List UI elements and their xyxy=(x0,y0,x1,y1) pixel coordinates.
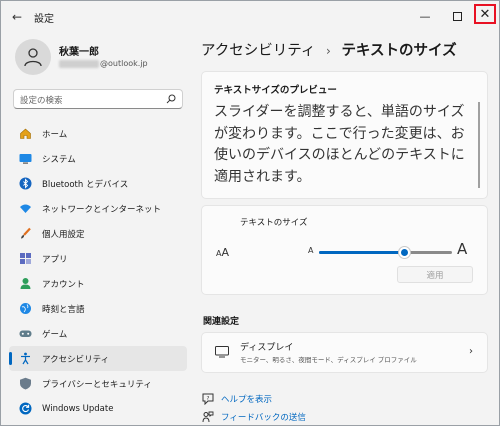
slider-thumb[interactable] xyxy=(398,246,412,259)
wifi-icon xyxy=(19,202,32,215)
sidebar-item-personalization[interactable]: 個人用設定 xyxy=(9,221,187,246)
back-arrow-icon: ← xyxy=(11,10,23,24)
close-icon: ✕ xyxy=(479,6,491,22)
person-icon xyxy=(24,48,42,67)
search-box[interactable]: 設定の検索 xyxy=(13,89,183,109)
display-title: ディスプレイ xyxy=(240,343,294,353)
maximize-button[interactable] xyxy=(445,5,469,27)
sidebar-item-accounts[interactable]: アカウント xyxy=(9,271,187,296)
text-size-card: テキストのサイズ AA A A 適用 xyxy=(201,205,488,295)
minimize-button[interactable]: — xyxy=(413,5,437,27)
sidebar-item-label: 時刻と言語 xyxy=(42,304,85,315)
page-title: テキストのサイズ xyxy=(341,43,457,59)
text-size-icon: AA xyxy=(216,246,230,259)
preview-title: テキストサイズのプレビュー xyxy=(214,85,337,96)
user-email: @outlook.jp xyxy=(59,59,148,68)
sidebar-item-label: アプリ xyxy=(42,254,68,265)
sidebar-item-label: ネットワークとインターネット xyxy=(42,204,162,215)
sidebar-item-label: アカウント xyxy=(42,279,85,290)
shield-icon xyxy=(19,377,32,390)
sidebar-item-label: Windows Update xyxy=(42,403,114,414)
svg-text:?: ? xyxy=(206,395,209,401)
help-link[interactable]: ? ヘルプを表示 xyxy=(201,392,272,405)
avatar[interactable] xyxy=(15,39,51,75)
sidebar-item-apps[interactable]: アプリ xyxy=(9,246,187,271)
feedback-link[interactable]: フィードバックの送信 xyxy=(201,410,306,423)
display-settings-link[interactable]: ディスプレイ モニター、明るさ、夜間モード、ディスプレイ プロファイル › xyxy=(201,332,488,373)
help-icon: ? xyxy=(201,392,214,405)
sidebar-item-bluetooth[interactable]: Bluetooth とデバイス xyxy=(9,171,187,196)
feedback-link-label: フィードバックの送信 xyxy=(221,412,306,423)
sidebar-nav: ホーム システム Bluetooth とデバイス ネットワークとインターネット … xyxy=(9,121,187,421)
redacted-email-prefix xyxy=(59,59,99,68)
sidebar-item-label: ホーム xyxy=(42,129,68,140)
close-button[interactable]: ✕ xyxy=(474,4,496,24)
related-settings-heading: 関連設定 xyxy=(203,317,240,327)
settings-window: ← 設定 — ✕ 秋葉一郎 @outlook.jp 設定の検索 ホーム システム… xyxy=(0,0,500,426)
slider-fill xyxy=(319,251,405,254)
sidebar-item-label: システム xyxy=(42,154,76,165)
breadcrumb: アクセシビリティ › テキストのサイズ xyxy=(201,39,457,60)
globe-icon xyxy=(19,302,32,315)
bluetooth-icon xyxy=(19,177,32,190)
sidebar-item-label: プライバシーとセキュリティ xyxy=(42,379,152,390)
help-link-label: ヘルプを表示 xyxy=(221,394,273,405)
feedback-icon xyxy=(201,410,214,423)
sidebar-item-windows-update[interactable]: Windows Update xyxy=(9,396,187,421)
back-button[interactable]: ← xyxy=(7,7,27,27)
preview-text: スライダーを調整すると、単語のサイズが変わります。ここで行った変更は、お使いのデ… xyxy=(214,102,480,189)
sidebar-item-system[interactable]: システム xyxy=(9,146,187,171)
slider-small-marker: A xyxy=(308,246,314,255)
title-bar: ← 設定 — ✕ xyxy=(1,1,499,33)
search-placeholder: 設定の検索 xyxy=(20,96,63,106)
breadcrumb-parent[interactable]: アクセシビリティ xyxy=(201,43,315,59)
preview-card: テキストサイズのプレビュー スライダーを調整すると、単語のサイズが変わります。こ… xyxy=(201,71,488,199)
sidebar-item-accessibility[interactable]: アクセシビリティ xyxy=(9,346,187,371)
sidebar-item-privacy-security[interactable]: プライバシーとセキュリティ xyxy=(9,371,187,396)
sidebar-item-label: Bluetooth とデバイス xyxy=(42,179,129,190)
brush-icon xyxy=(19,227,32,240)
chevron-right-icon: › xyxy=(469,346,473,357)
apps-icon xyxy=(19,252,32,265)
search-icon xyxy=(166,94,176,104)
update-icon xyxy=(19,402,32,415)
text-size-slider[interactable] xyxy=(319,246,452,259)
sidebar-item-time-language[interactable]: 時刻と言語 xyxy=(9,296,187,321)
display-subtitle: モニター、明るさ、夜間モード、ディスプレイ プロファイル xyxy=(240,356,417,364)
accessibility-icon xyxy=(19,352,32,365)
apply-button[interactable]: 適用 xyxy=(397,266,473,283)
sidebar-item-home[interactable]: ホーム xyxy=(9,121,187,146)
system-icon xyxy=(19,152,32,165)
user-email-suffix: @outlook.jp xyxy=(100,59,148,68)
app-title: 設定 xyxy=(34,14,54,25)
maximize-icon xyxy=(452,11,462,21)
user-name: 秋葉一郎 xyxy=(59,47,99,58)
breadcrumb-separator: › xyxy=(326,44,331,58)
sidebar-item-label: ゲーム xyxy=(42,329,68,340)
sidebar-item-label: アクセシビリティ xyxy=(42,354,110,365)
sidebar-item-gaming[interactable]: ゲーム xyxy=(9,321,187,346)
sidebar-item-label: 個人用設定 xyxy=(42,229,85,240)
gamepad-icon xyxy=(19,327,32,340)
account-icon xyxy=(19,277,32,290)
sidebar-item-network[interactable]: ネットワークとインターネット xyxy=(9,196,187,221)
minimize-icon: — xyxy=(419,9,431,23)
monitor-icon xyxy=(215,346,229,358)
text-size-label: テキストのサイズ xyxy=(240,218,308,228)
slider-large-marker: A xyxy=(457,240,468,258)
home-icon xyxy=(19,127,32,140)
